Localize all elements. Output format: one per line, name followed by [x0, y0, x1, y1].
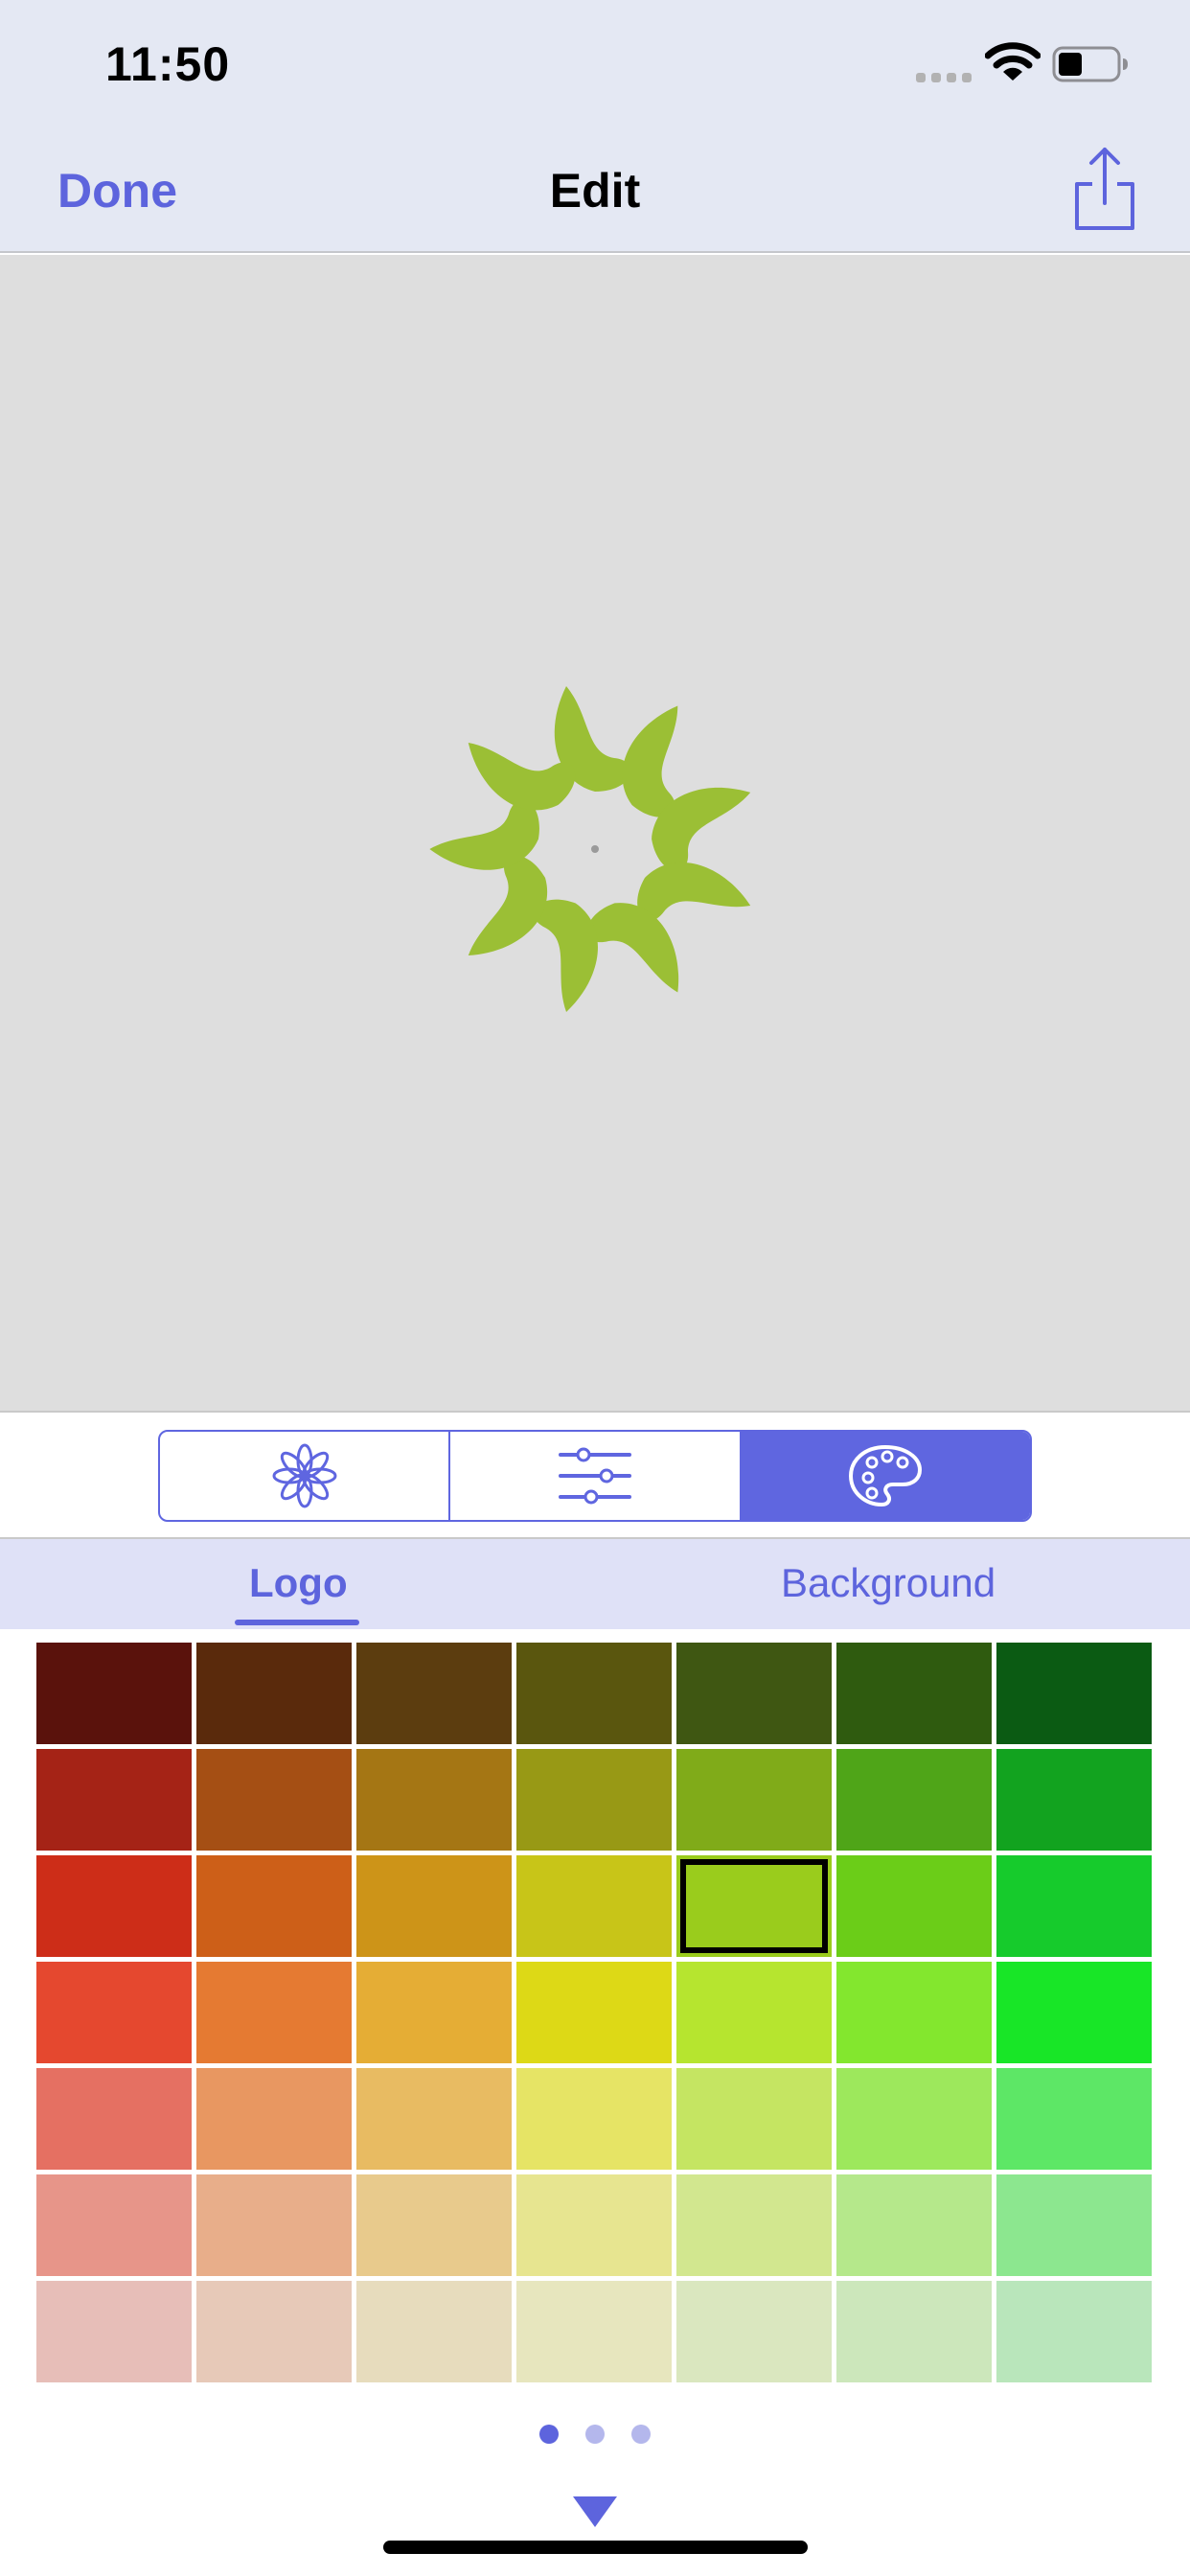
color-swatch[interactable] [516, 1855, 672, 1957]
logo-center-dot [591, 845, 599, 853]
color-swatch[interactable] [196, 1643, 352, 1744]
logo-canvas[interactable] [0, 255, 1190, 1411]
color-swatch[interactable] [356, 1962, 512, 2063]
signal-icon [916, 73, 972, 82]
color-swatch[interactable] [836, 2281, 992, 2382]
color-tool-button[interactable] [739, 1432, 1030, 1520]
page-dot[interactable] [585, 2425, 605, 2444]
color-swatch[interactable] [676, 1962, 832, 2063]
color-swatch[interactable] [36, 1749, 192, 1851]
color-swatch[interactable] [356, 1749, 512, 1851]
page-control [0, 2425, 1190, 2444]
swatch-grid [36, 1643, 1154, 2382]
color-swatch[interactable] [356, 1855, 512, 1957]
color-swatch[interactable] [676, 2174, 832, 2276]
color-swatch[interactable] [996, 2174, 1152, 2276]
color-swatch[interactable] [36, 2281, 192, 2382]
page-dot[interactable] [631, 2425, 651, 2444]
status-bar: 11:50 [0, 0, 1190, 128]
navigation-bar: Done Edit [0, 128, 1190, 253]
color-swatch[interactable] [516, 2068, 672, 2170]
share-icon[interactable] [1071, 146, 1138, 232]
shape-tool-button[interactable] [160, 1432, 448, 1520]
sliders-icon [558, 1447, 631, 1505]
color-swatch[interactable] [36, 1855, 192, 1957]
page-title: Edit [549, 164, 641, 218]
color-swatch[interactable] [356, 2281, 512, 2382]
color-swatch[interactable] [996, 2281, 1152, 2382]
palette-icon [849, 1445, 923, 1506]
color-target-tabs: Logo Background [0, 1537, 1190, 1629]
color-swatch[interactable] [196, 2068, 352, 2170]
color-swatch[interactable] [516, 2281, 672, 2382]
color-swatch[interactable] [836, 1643, 992, 1744]
color-swatch[interactable] [836, 2068, 992, 2170]
color-swatch[interactable] [996, 2068, 1152, 2170]
flower-icon [272, 1443, 337, 1508]
page-dot[interactable] [539, 2425, 559, 2444]
logo-preview[interactable] [403, 657, 787, 1041]
color-swatch[interactable] [836, 2174, 992, 2276]
color-swatch[interactable] [36, 1643, 192, 1744]
color-swatch[interactable] [516, 1749, 672, 1851]
color-swatch[interactable] [996, 1855, 1152, 1957]
color-swatch[interactable] [196, 1962, 352, 2063]
color-swatch[interactable] [676, 2068, 832, 2170]
tool-toolbar [0, 1411, 1190, 1537]
color-swatch[interactable] [996, 1643, 1152, 1744]
color-swatch[interactable] [836, 1962, 992, 2063]
color-swatch[interactable] [676, 1643, 832, 1744]
tab-selection-indicator [235, 1620, 359, 1625]
color-palette [0, 1629, 1190, 2576]
color-swatch[interactable] [196, 2174, 352, 2276]
collapse-arrow-icon[interactable] [571, 2495, 619, 2529]
status-time: 11:50 [105, 37, 231, 91]
color-swatch[interactable] [676, 1749, 832, 1851]
color-swatch[interactable] [516, 1643, 672, 1744]
color-swatch-selected[interactable] [676, 1855, 832, 1957]
color-swatch[interactable] [356, 2174, 512, 2276]
color-swatch[interactable] [836, 1855, 992, 1957]
color-swatch[interactable] [996, 1749, 1152, 1851]
color-swatch[interactable] [676, 2281, 832, 2382]
color-swatch[interactable] [196, 2281, 352, 2382]
color-swatch[interactable] [36, 2068, 192, 2170]
adjust-tool-button[interactable] [448, 1432, 739, 1520]
color-swatch[interactable] [516, 1962, 672, 2063]
tab-background[interactable]: Background [781, 1560, 995, 1606]
color-swatch[interactable] [516, 2174, 672, 2276]
done-button[interactable]: Done [57, 163, 177, 218]
tab-logo[interactable]: Logo [249, 1560, 348, 1606]
color-swatch[interactable] [196, 1749, 352, 1851]
color-swatch[interactable] [36, 2174, 192, 2276]
color-swatch[interactable] [356, 2068, 512, 2170]
color-swatch[interactable] [356, 1643, 512, 1744]
color-swatch[interactable] [996, 1962, 1152, 2063]
color-swatch[interactable] [36, 1962, 192, 2063]
wifi-icon [985, 42, 1041, 80]
battery-icon [1052, 46, 1128, 82]
color-swatch[interactable] [196, 1855, 352, 1957]
home-indicator [383, 2541, 808, 2554]
tool-segmented-control [158, 1430, 1032, 1522]
color-swatch[interactable] [836, 1749, 992, 1851]
